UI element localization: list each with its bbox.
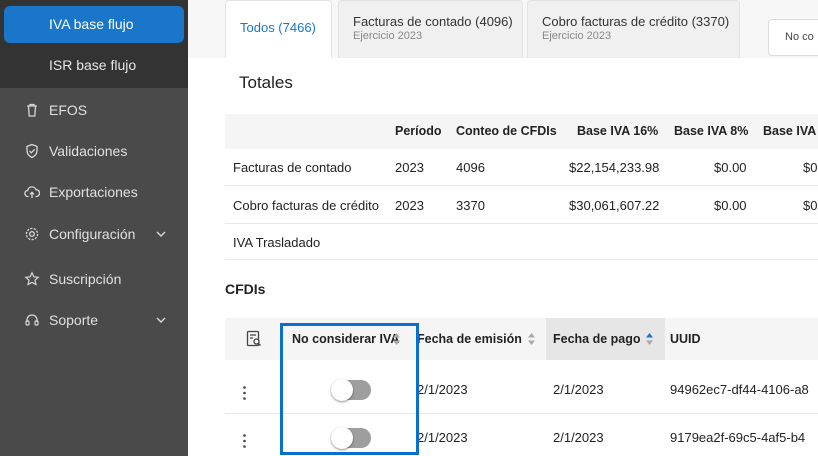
tab-cobro-facturas-credito[interactable]: Cobro facturas de crédito (3370) Ejercic…: [527, 0, 740, 58]
toggle-knob: [331, 427, 353, 449]
col-base-iva-x: Base IVA: [763, 124, 817, 138]
nav-item-label: Validaciones: [49, 143, 128, 159]
nav-item-label: Soporte: [49, 312, 99, 328]
tab-facturas-contado[interactable]: Facturas de contado (4096) Ejercicio 202…: [338, 0, 523, 58]
gear-icon: [25, 227, 39, 241]
totales-title: Totales: [239, 73, 293, 92]
cell-fecha-emision: 2/1/2023: [417, 430, 468, 445]
cell-fecha-emision: 2/1/2023: [417, 382, 468, 397]
table-row: 2/1/2023 2/1/2023 94962ec7-df44-4106-a8: [225, 366, 818, 414]
nav-item-label: Exportaciones: [49, 184, 138, 200]
tab-label: Facturas de contado (4096): [353, 14, 513, 29]
sort-asc-icon[interactable]: [645, 332, 654, 346]
kebab-menu-icon[interactable]: [243, 386, 246, 400]
col-label: UUID: [670, 332, 701, 346]
cell-base-x: $0: [803, 160, 818, 175]
main-content: Todos (7466) Facturas de contado (4096) …: [188, 0, 818, 456]
tab-todos[interactable]: Todos (7466): [225, 0, 332, 58]
table-row: 2/1/2023 2/1/2023 9179ea2f-69c5-4af5-b4: [225, 414, 818, 456]
col-no-considerar-iva[interactable]: No considerar IVA: [280, 318, 407, 360]
tab-sublabel: Ejercicio 2023: [353, 30, 423, 42]
cell-conteo: 3370: [456, 198, 485, 213]
toggle-knob: [331, 379, 353, 401]
cell-periodo: 2023: [395, 160, 424, 175]
col-periodo: Período: [395, 124, 442, 138]
shield-check-icon: [26, 143, 38, 159]
nav-item-label: Suscripción: [49, 271, 122, 287]
star-icon: [24, 271, 40, 286]
cell-concepto: Cobro facturas de crédito: [233, 198, 379, 213]
cell-fecha-pago: 2/1/2023: [553, 382, 604, 397]
col-label: Fecha de emisión: [417, 332, 522, 346]
column-filter-icon[interactable]: [246, 330, 262, 348]
support-icon: [25, 314, 39, 326]
tab-sublabel: Ejercicio 2023: [542, 30, 612, 42]
col-base-iva-16: Base IVA 16%: [577, 124, 659, 138]
cell-base-16: $22,154,233.98: [569, 160, 660, 175]
no-considerar-iva-toggle[interactable]: [331, 427, 371, 449]
col-label: Fecha de pago: [553, 332, 641, 346]
no-considerar-control[interactable]: No co: [768, 19, 818, 56]
sort-icon[interactable]: [392, 332, 401, 346]
sort-icon[interactable]: [527, 332, 536, 346]
chevron-down-icon[interactable]: [154, 314, 168, 326]
nav-item-soporte[interactable]: Soporte: [0, 302, 188, 338]
cell-base-16: $30,061,607.22: [569, 198, 660, 213]
cell-conteo: 4096: [456, 160, 485, 175]
cell-concepto: Facturas de contado: [233, 160, 352, 175]
cfdis-title: CFDIs: [225, 281, 266, 297]
nav-item-suscripcion[interactable]: Suscripción: [0, 261, 188, 297]
col-uuid[interactable]: UUID: [670, 318, 818, 360]
nav-item-iva-base-flujo[interactable]: IVA base flujo: [4, 6, 184, 43]
col-conteo: Conteo de CFDIs: [456, 124, 557, 138]
cell-base-8: $0.00: [714, 160, 747, 175]
table-row: Cobro facturas de crédito 2023 3370 $30,…: [225, 187, 818, 224]
cell-fecha-pago: 2/1/2023: [553, 430, 604, 445]
kebab-menu-icon[interactable]: [243, 434, 246, 448]
cfdis-header-row: No considerar IVA Fecha de emisión Fecha…: [225, 318, 818, 360]
cell-base-8: $0.00: [714, 198, 747, 213]
cell-uuid: 9179ea2f-69c5-4af5-b4: [670, 430, 806, 445]
no-considerar-iva-toggle[interactable]: [331, 379, 371, 401]
nav-item-label: Configuración: [49, 226, 136, 242]
cell-base-x: $0: [803, 198, 818, 213]
nav-item-label: EFOS: [49, 102, 88, 118]
col-label: No considerar IVA: [292, 332, 400, 346]
cell-periodo: 2023: [395, 198, 424, 213]
nav-item-exportaciones[interactable]: Exportaciones: [0, 174, 188, 210]
nav-item-validaciones[interactable]: Validaciones: [0, 133, 188, 169]
tab-bar: Todos (7466) Facturas de contado (4096) …: [188, 0, 818, 58]
totales-header-row: Período Conteo de CFDIs Base IVA 16% Bas…: [225, 114, 818, 149]
table-row: Facturas de contado 2023 4096 $22,154,23…: [225, 149, 818, 186]
sidebar: IVA base flujo ISR base flujo EFOS Valid…: [0, 0, 188, 456]
nav-item-efos[interactable]: EFOS: [0, 92, 188, 128]
col-fecha-pago[interactable]: Fecha de pago: [546, 318, 665, 360]
col-fecha-emision[interactable]: Fecha de emisión: [417, 318, 550, 360]
cloud-upload-icon: [24, 186, 40, 198]
chevron-down-icon[interactable]: [154, 228, 168, 240]
table-row: IVA Trasladado: [225, 225, 818, 260]
tab-label: Todos (7466): [240, 20, 316, 35]
nav-item-configuracion[interactable]: Configuración: [0, 216, 188, 252]
col-base-iva-8: Base IVA 8%: [674, 124, 749, 138]
cell-uuid: 94962ec7-df44-4106-a8: [670, 382, 809, 397]
trash-icon: [27, 103, 37, 117]
nav-item-isr-base-flujo[interactable]: ISR base flujo: [0, 47, 188, 84]
cell-iva-trasladado: IVA Trasladado: [233, 235, 321, 250]
tab-label: Cobro facturas de crédito (3370): [542, 14, 730, 29]
